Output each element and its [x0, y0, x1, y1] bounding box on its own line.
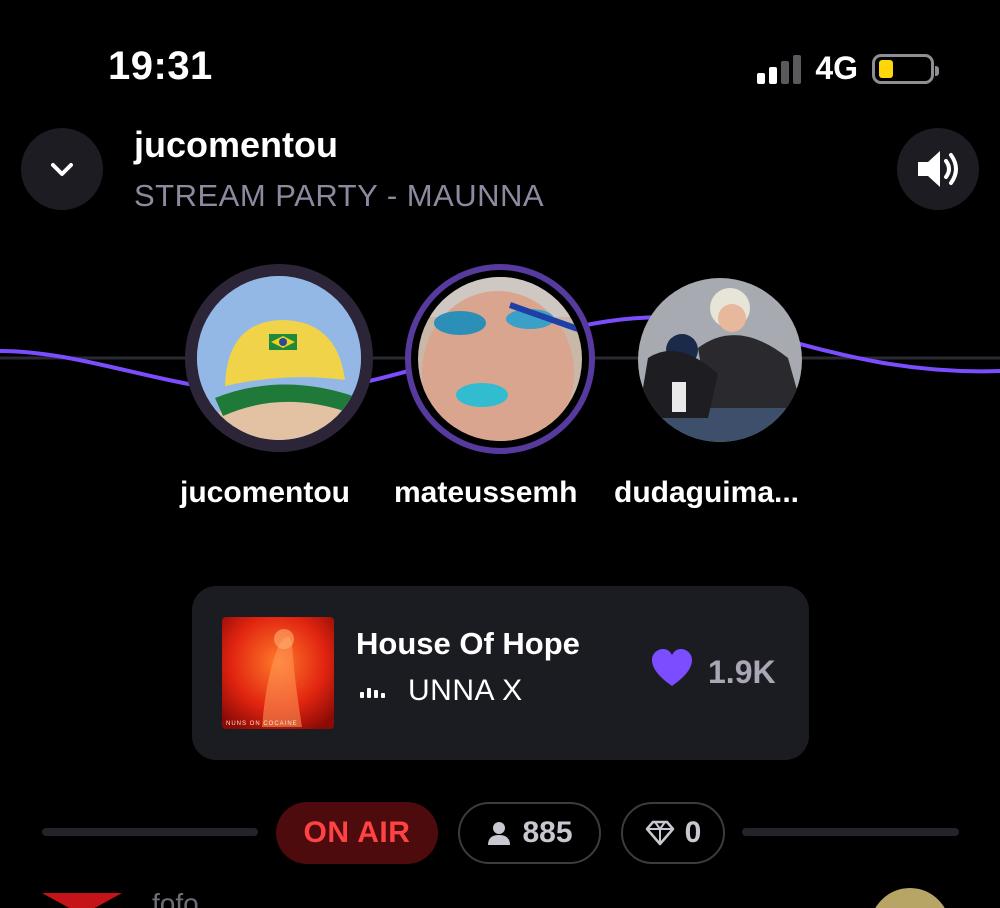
equalizer-icon	[360, 676, 385, 698]
avatar-yellow-cap	[197, 276, 361, 440]
party-host-name: jucomentou	[134, 124, 338, 165]
listeners-count: 885	[522, 816, 573, 849]
chat-username: fofo	[152, 888, 199, 908]
on-air-badge: ON AIR	[276, 802, 438, 864]
signal-icon	[757, 54, 802, 84]
chat-emoji-icon	[870, 888, 950, 908]
person-icon	[488, 822, 511, 845]
battery-icon	[872, 53, 939, 84]
collapse-button[interactable]	[21, 128, 103, 210]
party-subtitle: STREAM PARTY - MAUNNA	[134, 178, 545, 213]
album-cover: NUNS ON COCAINE	[222, 617, 334, 729]
participant-avatar-2[interactable]	[418, 277, 582, 441]
participant-avatar-1[interactable]	[197, 276, 361, 440]
chevron-down-icon	[51, 163, 73, 176]
track-artist: UNNA X	[408, 674, 523, 707]
gems-count: 0	[684, 816, 702, 849]
participant-name-3: dudaguima...	[614, 476, 800, 509]
album-cover-caption: NUNS ON COCAINE	[226, 721, 298, 727]
volume-button[interactable]	[897, 128, 979, 210]
diamond-icon	[645, 820, 674, 846]
heart-icon[interactable]	[650, 648, 694, 688]
track-title: House Of Hope	[356, 626, 580, 661]
status-indicators: 4G	[757, 50, 939, 87]
speaker-volume-icon	[918, 151, 958, 187]
chat-avatar	[42, 893, 122, 908]
divider-left	[42, 828, 258, 836]
participant-name-1: jucomentou	[180, 476, 350, 509]
now-playing-card[interactable]: NUNS ON COCAINE House Of Hope UNNA X 1.9…	[192, 586, 809, 760]
avatar-couple	[638, 278, 802, 442]
status-time: 19:31	[108, 44, 213, 88]
network-label: 4G	[815, 50, 858, 86]
participant-avatar-3[interactable]	[638, 278, 802, 442]
participant-name-2: mateussemh	[394, 476, 578, 509]
gems-count-pill[interactable]: 0	[621, 802, 725, 864]
avatar-blue-makeup	[418, 277, 582, 441]
listeners-count-pill[interactable]: 885	[458, 802, 601, 864]
likes-count: 1.9K	[708, 654, 776, 690]
stream-party-screen: 19:31 4G jucomentou STREAM PARTY - MAUNN…	[0, 0, 1000, 908]
divider-right	[742, 828, 959, 836]
